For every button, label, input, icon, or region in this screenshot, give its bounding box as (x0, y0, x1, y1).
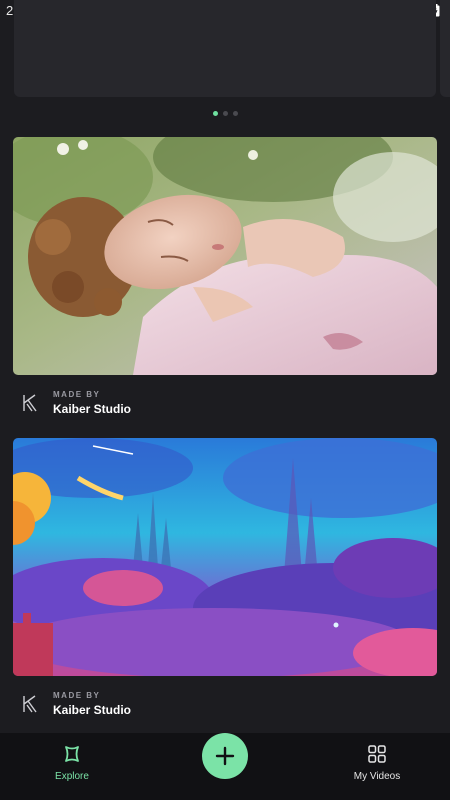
made-by-label: MADE BY (53, 691, 101, 700)
plus-icon (215, 746, 235, 766)
carousel-indicator (0, 111, 450, 116)
carousel-dot-active (212, 111, 218, 116)
nav-my-videos[interactable]: My Videos (327, 744, 427, 782)
creator-name[interactable]: Kaiber Studio (53, 402, 131, 416)
grid-icon (368, 745, 386, 763)
nav-explore-label: Explore (55, 771, 89, 782)
nav-my-videos-label: My Videos (353, 771, 401, 782)
credit-row[interactable]: MADE BY Kaiber Studio (19, 686, 131, 722)
nav-explore[interactable]: Explore (22, 744, 122, 782)
carousel-dot (222, 111, 228, 116)
video-thumbnail-castle (13, 438, 437, 676)
video-card-portrait[interactable] (13, 137, 437, 375)
kaiber-logo-icon (23, 394, 37, 412)
carousel-next-card[interactable] (440, 0, 450, 97)
credit-row[interactable]: MADE BY Kaiber Studio (19, 385, 131, 421)
carousel-dot (232, 111, 238, 116)
video-thumbnail-portrait (13, 137, 437, 375)
creator-name[interactable]: Kaiber Studio (53, 703, 131, 717)
create-button[interactable] (202, 733, 248, 779)
explore-icon (65, 746, 79, 762)
kaiber-logo-icon (23, 695, 37, 713)
made-by-label: MADE BY (53, 390, 101, 399)
carousel-card[interactable] (14, 0, 436, 97)
video-card-castle[interactable] (13, 438, 437, 676)
